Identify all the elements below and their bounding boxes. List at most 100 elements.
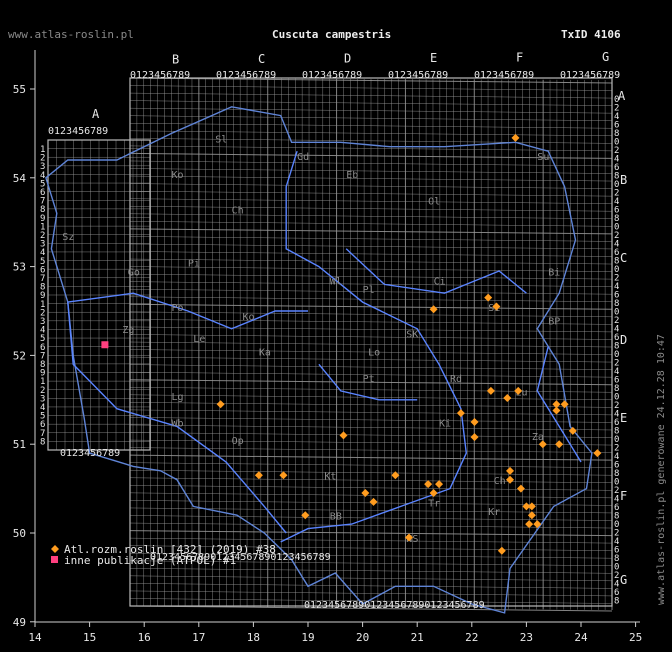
y-tick-label: 50 — [13, 527, 26, 540]
atpol-point — [101, 341, 109, 349]
region-label: Ka — [259, 347, 271, 358]
atpol-column-letter: E — [430, 51, 437, 65]
atlas-point — [429, 305, 438, 314]
atlas-point — [533, 520, 542, 529]
atpol-column-letter: G — [602, 50, 609, 64]
atlas-point — [506, 475, 515, 484]
y-tick-label: 54 — [13, 172, 27, 185]
atlas-point — [470, 433, 479, 442]
region-label: Go — [128, 268, 140, 279]
region-label: Ko — [243, 312, 255, 323]
legend-item-atpol: inne publikacje (ATPOL) #1 — [64, 554, 236, 567]
region-label: Pl — [363, 285, 375, 296]
region-label: Ci — [434, 276, 446, 287]
y-tick-label: 55 — [13, 83, 26, 96]
x-tick-label: 25 — [629, 631, 642, 644]
x-tick-label: 23 — [520, 631, 533, 644]
atpol-digit-strip: 0123456789 — [560, 70, 620, 81]
region-label: Po — [172, 303, 184, 314]
region-label: Bi — [548, 268, 560, 279]
x-tick-label: 18 — [247, 631, 260, 644]
atpol-column-letter: C — [258, 52, 265, 66]
atpol-digit-strip-west: 0123456789 — [48, 126, 108, 137]
legend-square-icon — [51, 556, 58, 563]
legend-diamond-icon — [51, 545, 59, 553]
region-label: Sz — [62, 232, 74, 243]
region-label: Su — [537, 152, 549, 163]
region-label: Ol — [428, 196, 440, 207]
region-label: Eb — [346, 170, 358, 181]
atpol-column-letter: D — [344, 52, 351, 66]
atpol-row-letter: E — [620, 411, 627, 425]
region-label: Ko — [172, 170, 184, 181]
x-tick-label: 17 — [192, 631, 205, 644]
y-tick-label: 51 — [13, 438, 26, 451]
atpol-row-letter: C — [620, 251, 627, 265]
region-label: Ki — [439, 418, 451, 429]
x-tick-label: 15 — [83, 631, 96, 644]
atlas-point — [516, 484, 525, 493]
region-label: Tr — [428, 498, 440, 509]
atlas-point — [506, 466, 515, 475]
atpol-column-letter: A — [92, 107, 100, 121]
atpol-digit-strip: 0123456789 — [130, 70, 190, 81]
atpol-column-letter: B — [172, 53, 179, 67]
region-label: Kr — [488, 507, 500, 518]
region-label: Wb — [172, 418, 184, 429]
x-tick-label: 24 — [574, 631, 588, 644]
region-label: BB — [330, 512, 342, 523]
x-tick-label: 14 — [28, 631, 42, 644]
region-label: Op — [232, 436, 244, 447]
atlas-point — [456, 409, 465, 418]
atlas-point — [339, 431, 348, 440]
atlas-point — [497, 546, 506, 555]
atlas-point — [216, 400, 225, 409]
atlas-point — [527, 511, 536, 520]
distribution-map: SlGdEbKoChOlSuSzPiBiCiGoWlPlPoKoZgLeKaSi… — [13, 50, 667, 644]
region-label: Ch — [232, 205, 244, 216]
atlas-point — [279, 471, 288, 480]
y-tick-label: 49 — [13, 616, 26, 629]
atlas-point — [552, 406, 561, 415]
region-label: Ch — [494, 476, 506, 487]
region-label: Sl — [215, 134, 227, 145]
region-label: Lg — [172, 392, 184, 403]
atlas-point — [435, 480, 444, 489]
x-tick-label: 19 — [301, 631, 314, 644]
atpol-digit-strip: 0123456789 — [216, 70, 276, 81]
atpol-digit-strip-west-bottom: 0123456789 — [60, 448, 120, 459]
atpol-row-letter: G — [620, 573, 627, 587]
atlas-point — [470, 418, 479, 426]
legend: Atl.rozm.roslin [432] (2019) #38 inne pu… — [51, 543, 276, 567]
atlas-point — [555, 440, 564, 449]
atpol-row-letter: B — [620, 173, 627, 187]
region-label: Le — [193, 334, 205, 345]
atlas-point — [503, 394, 512, 403]
atlas-point — [369, 497, 378, 506]
side-note: www.atlas-roslin.pl generowane 24.12.28 … — [656, 334, 667, 605]
atlas-point — [254, 471, 263, 480]
atlas-point — [527, 502, 536, 511]
region-label: SK — [406, 330, 418, 341]
atpol-row-letter: F — [620, 489, 627, 503]
atlas-point — [424, 480, 433, 489]
atpol-digit-strip-bottom: 012345678901234567890123456789 — [304, 600, 485, 611]
region-label: Lo — [368, 347, 380, 358]
region-label: Pt — [363, 374, 375, 385]
atpol-grid — [47, 77, 613, 612]
x-tick-label: 16 — [138, 631, 151, 644]
country-border — [45, 106, 593, 614]
region-label: Wl — [330, 276, 342, 287]
taxon-id: TxID 4106 — [561, 28, 621, 41]
atlas-point — [301, 511, 310, 520]
atlas-point — [391, 471, 400, 480]
atpol-digit-strip: 0123456789 — [388, 70, 448, 81]
atpol-digit-west: 8 — [40, 437, 45, 447]
river-warta — [67, 292, 308, 330]
atpol-column-letter: F — [516, 51, 523, 65]
region-label: Kt — [324, 472, 336, 483]
region-label: Rd — [450, 374, 462, 385]
x-tick-label: 22 — [465, 631, 478, 644]
x-tick-label: 21 — [411, 631, 424, 644]
atpol-digit-strip: 0123456789 — [302, 70, 362, 81]
